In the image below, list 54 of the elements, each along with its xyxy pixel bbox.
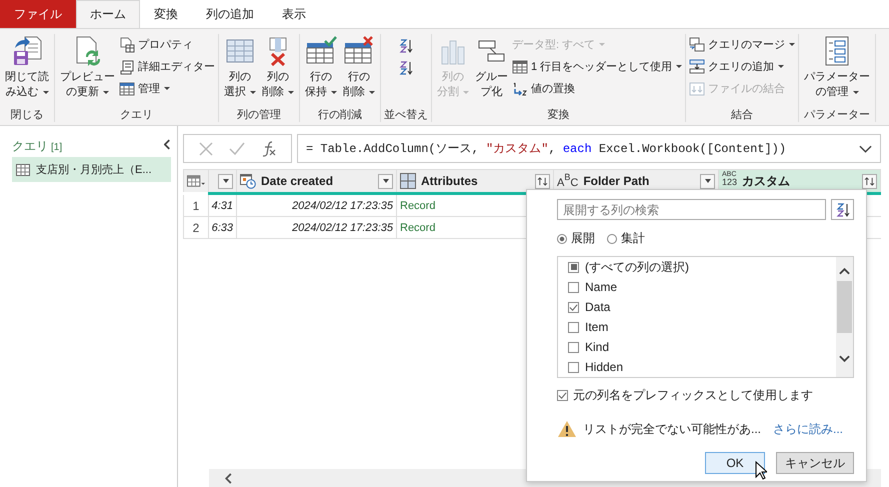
table-cell: 6:33 [208, 217, 236, 238]
checkbox-label[interactable]: (すべての列の選択) [585, 258, 689, 276]
queries-title: クエリ [12, 138, 48, 155]
ribbon-button[interactable]: グルー プ化 [473, 34, 510, 107]
formula-field[interactable]: = Table.AddColumn(ソース, "カスタム", each Excel.Workbook([Content])) [297, 134, 881, 163]
ribbon-button[interactable]: 値の置換 [512, 79, 682, 98]
ribbon-tab[interactable]: 列の追加 [192, 0, 268, 28]
ribbon-tab[interactable]: ホーム [76, 0, 140, 28]
row-number: 1 [192, 198, 200, 214]
group-label: 変換 [548, 108, 570, 122]
checkbox-label[interactable]: Data [585, 300, 610, 314]
ribbon-button[interactable]: クエリの追加 [689, 57, 796, 76]
ribbon-button[interactable]: パラメーター の管理 [802, 34, 872, 107]
table-cell: 2024/02/12 17:23:35 [236, 217, 396, 238]
group-label: クエリ [120, 108, 153, 122]
checkbox-label[interactable]: 元の列名をプレフィックスとして使用します [573, 387, 813, 404]
query-name: 支店別・月別売上（E... [36, 162, 152, 177]
ribbon-button[interactable]: 1 行目をヘッダーとして使用 [512, 57, 682, 76]
formula-text: = Table.AddColumn(ソース, "カスタム", each Excel.Workbook([Content])) [306, 141, 788, 157]
checkbox-label[interactable]: Name [585, 280, 618, 294]
ribbon-button[interactable]: 閉じて読 み込む [3, 34, 51, 107]
cancel-button[interactable]: キャンセル [776, 452, 854, 474]
query-item[interactable]: 支店別・月別売上（E... [12, 157, 171, 182]
query-count: [1] [51, 142, 62, 153]
ribbon-button[interactable]: クエリのマージ [689, 35, 796, 54]
radio-label[interactable]: 集計 [621, 230, 645, 247]
ribbon-button[interactable]: 詳細エディター [119, 57, 215, 76]
warning-text: リストが完全でない可能性があ... [583, 420, 762, 438]
ok-button[interactable]: OK [705, 452, 765, 474]
ribbon-tab[interactable]: 表示 [268, 0, 320, 28]
ribbon-tab[interactable]: ファイル [0, 0, 76, 28]
ribbon-button[interactable]: 行の 削除 [341, 34, 377, 107]
radio-label[interactable]: 展開 [571, 230, 595, 247]
ribbon-button[interactable]: 列の 選択 [222, 34, 258, 107]
read-more-link[interactable]: さらに読み... [773, 420, 844, 438]
ribbon-button[interactable]: 列の 削除 [260, 34, 296, 107]
ribbon-button[interactable]: プレビュー の更新 [58, 34, 117, 107]
group-label: 並べ替え [384, 108, 428, 122]
group-label: 結合 [731, 108, 754, 122]
checkbox-label[interactable]: Hidden [585, 360, 624, 374]
group-label: 行の削減 [318, 108, 362, 122]
ribbon-button[interactable]: プロパティ [119, 35, 215, 54]
ribbon-button[interactable]: 管理 [119, 79, 215, 98]
ribbon-button[interactable]: 行の 保持 [303, 34, 339, 107]
table-cell: 4:31 [208, 195, 236, 216]
row-number: 2 [192, 220, 200, 236]
group-label: パラメーター [804, 108, 870, 122]
group-label: 列の管理 [237, 108, 281, 122]
checkbox-label[interactable]: Kind [585, 340, 610, 354]
group-label: 閉じる [10, 108, 44, 122]
table-cell: 2024/02/12 17:23:35 [236, 195, 396, 216]
ribbon-tab[interactable]: 変換 [140, 0, 192, 28]
checkbox-label[interactable]: Item [585, 320, 608, 334]
search-field[interactable]: 展開する列の検索 [557, 199, 826, 220]
